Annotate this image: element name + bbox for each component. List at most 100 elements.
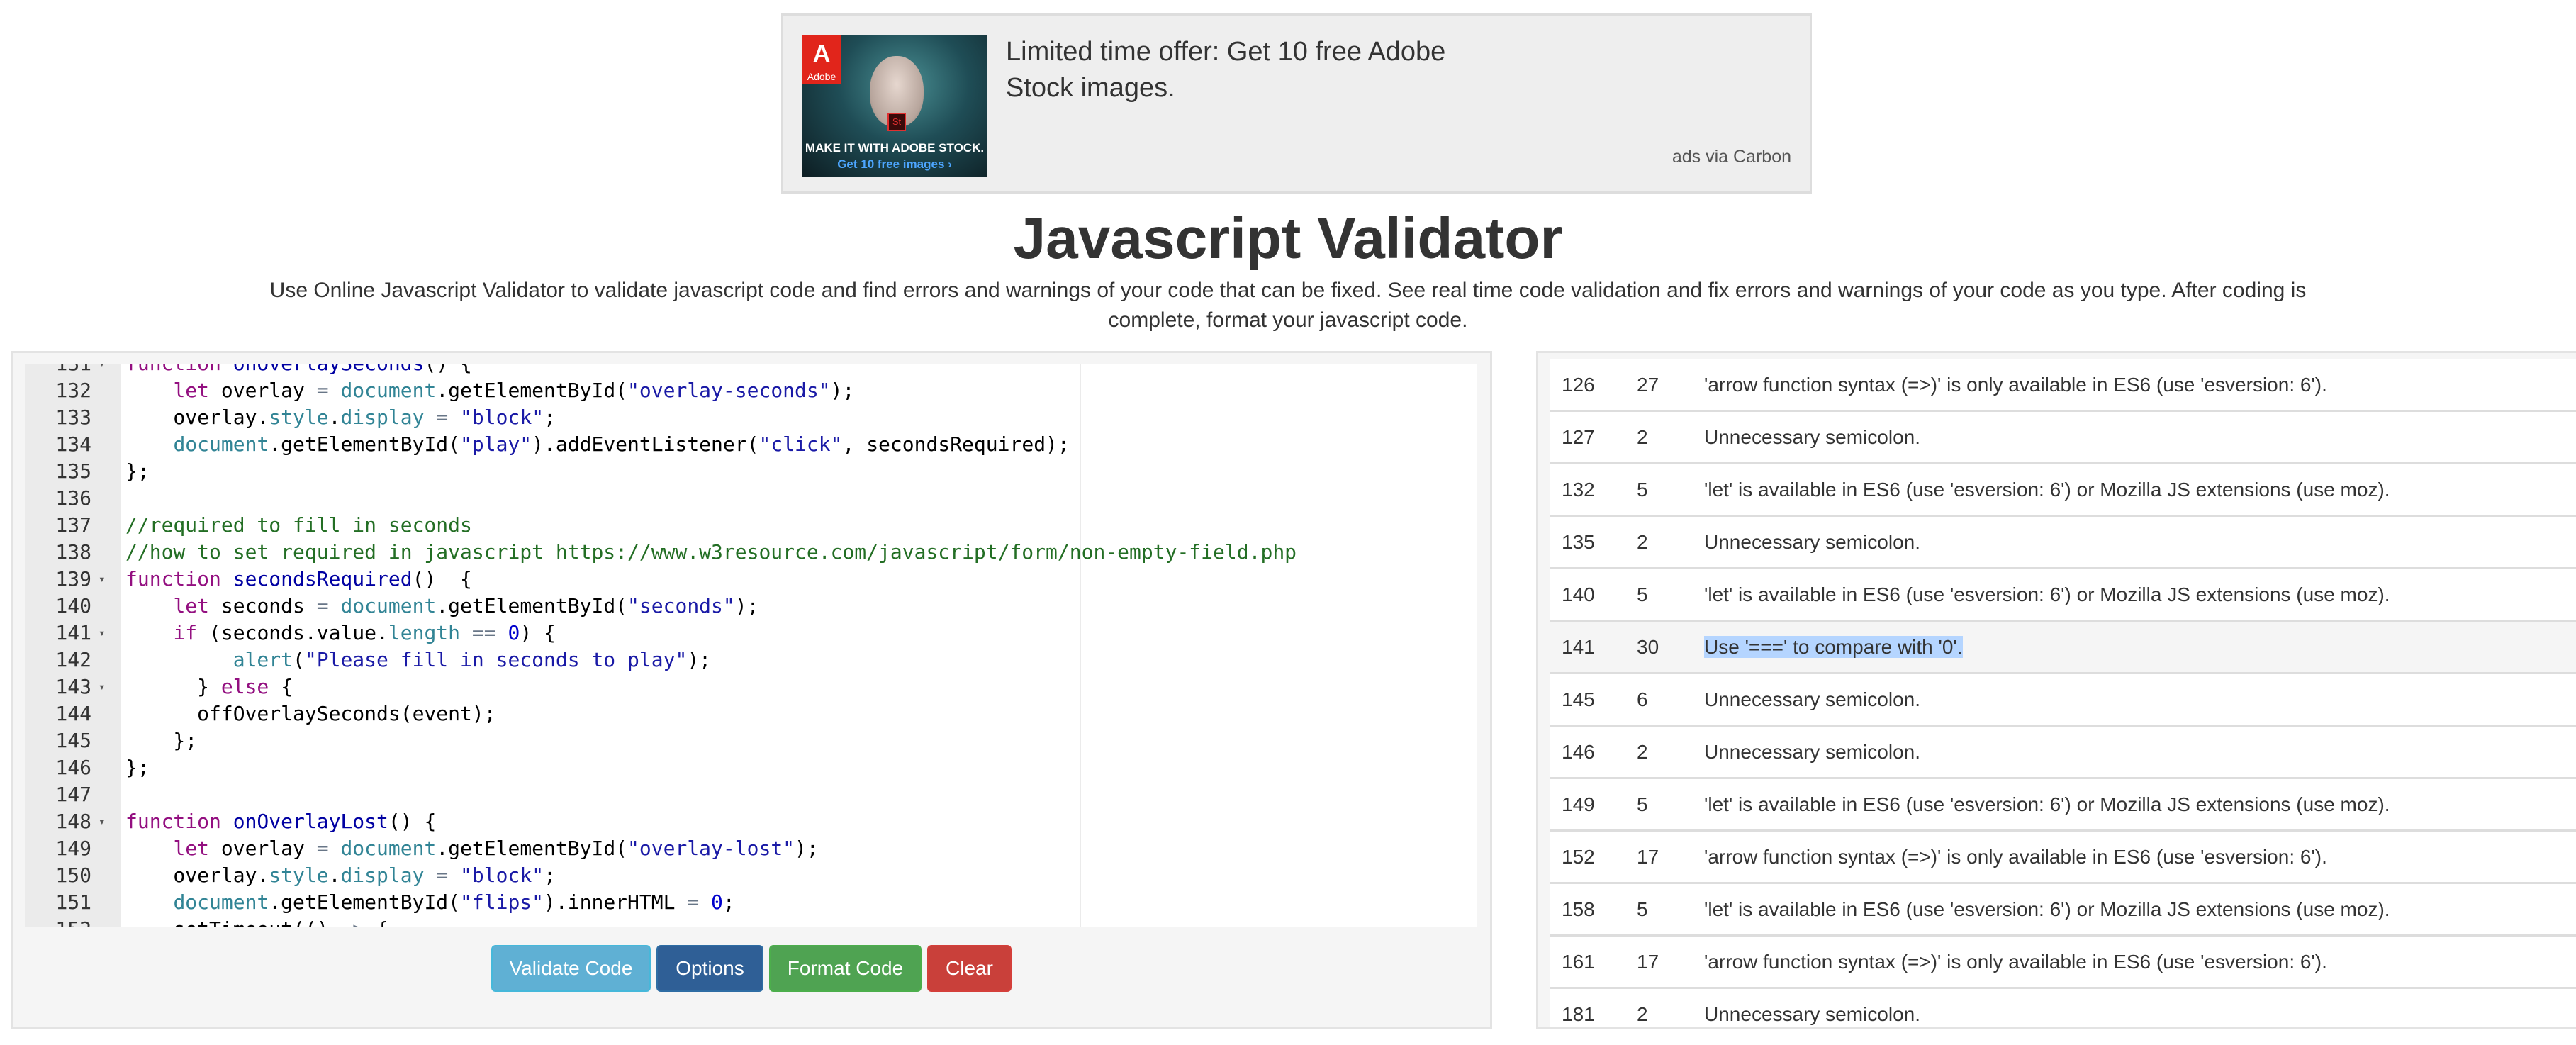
fold-toggle-icon[interactable]: ▾ — [99, 916, 113, 927]
result-message: Unnecessary semicolon. — [1704, 688, 1921, 710]
code-editor[interactable]: 131 ▾ function onOverlaySeconds() {132 let… — [25, 364, 1477, 927]
result-message: 'arrow function syntax (=>)' is only ava… — [1704, 846, 2327, 868]
result-message: 'arrow function syntax (=>)' is only ava… — [1704, 951, 2327, 973]
line-number: 131 — [25, 364, 91, 377]
result-row[interactable]: 152 17 'arrow function syntax (=>)' is onl… — [1550, 829, 2576, 882]
code-line[interactable]: 147 — [25, 781, 1477, 808]
result-line-number: 141 — [1562, 636, 1595, 658]
ads-via-carbon-link[interactable]: ads via Carbon — [1672, 147, 1791, 167]
adobe-stock-badge: St — [887, 113, 906, 131]
code-line[interactable]: 151 document.getElementById("flips").inn… — [25, 889, 1477, 916]
fold-toggle-icon[interactable]: ▾ — [99, 674, 113, 700]
fold-toggle-icon[interactable]: ▾ — [99, 620, 113, 647]
code-line[interactable]: 145 }; — [25, 727, 1477, 754]
carbon-ad[interactable]: A Adobe St MAKE IT WITH ADOBE STOCK. Get … — [781, 13, 1812, 194]
code-line[interactable]: 131 ▾ function onOverlaySeconds() { — [25, 364, 1477, 377]
fold-toggle-icon[interactable]: ▾ — [99, 364, 113, 377]
result-row[interactable]: 146 2 Unnecessary semicolon. — [1550, 725, 2576, 777]
line-number: 143 — [55, 675, 91, 698]
result-line-number: 127 — [1562, 426, 1595, 448]
page-title: Javascript Validator — [1013, 206, 1563, 271]
result-column-number: 5 — [1637, 793, 1648, 815]
result-column-number: 2 — [1637, 426, 1648, 448]
fold-toggle-icon[interactable]: ▾ — [99, 808, 113, 835]
code-line[interactable]: 142 alert("Please fill in seconds to pla… — [25, 647, 1477, 674]
fold-toggle-icon[interactable]: ▾ — [99, 566, 113, 593]
result-row[interactable]: 127 2 Unnecessary semicolon. — [1550, 410, 2576, 462]
ad-image[interactable]: A Adobe St MAKE IT WITH ADOBE STOCK. Get … — [802, 35, 987, 177]
code-line[interactable]: 148 ▾ function onOverlayLost() { — [25, 808, 1477, 835]
code-text: overlay.style.display = "block"; — [125, 864, 556, 887]
line-number: 148 — [55, 810, 91, 833]
result-line-number: 146 — [1562, 741, 1595, 763]
code-text: function secondsRequired() { — [125, 567, 472, 591]
code-line[interactable]: 136 — [25, 485, 1477, 512]
result-row[interactable]: 145 6 Unnecessary semicolon. — [1550, 672, 2576, 725]
code-line[interactable]: 143 ▾ } else { — [25, 674, 1477, 700]
code-text: if (seconds.value.length == 0) { — [173, 621, 556, 644]
result-message: 'let' is available in ES6 (use 'esversio… — [1704, 898, 2390, 920]
line-number: 150 — [55, 864, 91, 887]
result-column-number: 2 — [1637, 1003, 1648, 1025]
line-number: 133 — [55, 406, 91, 429]
result-row[interactable]: 181 2 Unnecessary semicolon. — [1550, 987, 2576, 1027]
line-number: 151 — [55, 890, 91, 914]
code-text: overlay.style.display = "block"; — [125, 406, 556, 429]
clear-button[interactable]: Clear — [927, 945, 1012, 992]
line-number: 136 — [55, 486, 91, 510]
code-line[interactable]: 135}; — [25, 458, 1477, 485]
result-row[interactable]: 158 5 'let' is available in ES6 (use 'esve… — [1550, 882, 2576, 934]
result-row[interactable]: 149 5 'let' is available in ES6 (use 'esve… — [1550, 777, 2576, 829]
code-text: let seconds = document.getElementById("s… — [173, 594, 759, 618]
result-message: 'let' is available in ES6 (use 'esversio… — [1704, 479, 2390, 501]
result-column-number: 27 — [1637, 374, 1659, 396]
result-row[interactable]: 141 30 Use '===' to compare with '0'. — [1550, 620, 2576, 672]
result-row[interactable]: 135 2 Unnecessary semicolon. — [1550, 515, 2576, 567]
code-text: alert("Please fill in seconds to play"); — [233, 648, 712, 671]
editor-panel: 131 ▾ function onOverlaySeconds() {132 let… — [11, 351, 1492, 1029]
line-number: 152 — [25, 916, 91, 927]
code-text: let overlay = document.getElementById("o… — [173, 837, 819, 860]
line-number: 138 — [55, 540, 91, 564]
options-button[interactable]: Options — [656, 945, 763, 992]
result-column-number: 30 — [1637, 636, 1659, 658]
code-line[interactable]: 146}; — [25, 754, 1477, 781]
code-text: setTimeout(() => { — [125, 916, 388, 927]
line-number: 140 — [55, 594, 91, 618]
validate-code-button[interactable]: Validate Code — [491, 945, 651, 992]
result-column-number: 5 — [1637, 898, 1648, 920]
code-text: //required to fill in seconds — [125, 513, 472, 537]
code-line[interactable]: 144 offOverlaySeconds(event); — [25, 700, 1477, 727]
code-line[interactable]: 138 //how to set required in javascript h… — [25, 539, 1477, 566]
code-text: let overlay = document.getElementById("o… — [173, 379, 855, 402]
result-message: Use '===' to compare with '0'. — [1704, 622, 1963, 672]
result-column-number: 2 — [1637, 741, 1648, 763]
result-row[interactable]: 126 27 'arrow function syntax (=>)' is onl… — [1550, 359, 2576, 410]
code-line[interactable]: 140 let seconds = document.getElementByI… — [25, 593, 1477, 620]
code-text: }; — [125, 756, 150, 779]
code-line[interactable]: 141 ▾ if (seconds.value.length == 0) { — [25, 620, 1477, 647]
result-line-number: 158 — [1562, 898, 1595, 920]
code-line[interactable]: 150 overlay.style.display = "block"; — [25, 862, 1477, 889]
result-line-number: 132 — [1562, 479, 1595, 501]
line-number: 146 — [55, 756, 91, 779]
code-line[interactable]: 149 let overlay = document.getElementByI… — [25, 835, 1477, 862]
result-row[interactable]: 132 5 'let' is available in ES6 (use 'esve… — [1550, 462, 2576, 515]
code-line[interactable]: 132 let overlay = document.getElementByI… — [25, 377, 1477, 404]
result-row[interactable]: 140 5 'let' is available in ES6 (use 'esve… — [1550, 567, 2576, 620]
code-text: function onOverlaySeconds() { — [125, 364, 472, 377]
code-line[interactable]: 133 overlay.style.display = "block"; — [25, 404, 1477, 431]
result-message: Unnecessary semicolon. — [1704, 426, 1921, 448]
result-message: 'let' is available in ES6 (use 'esversio… — [1704, 793, 2390, 815]
code-line[interactable]: 152 ▾ setTimeout(() => { — [25, 916, 1477, 927]
code-line[interactable]: 134 document.getElementById("play").addE… — [25, 431, 1477, 458]
result-line-number: 161 — [1562, 951, 1595, 973]
ad-headline-link[interactable]: Limited time offer: Get 10 free Adobe St… — [1006, 34, 1516, 106]
format-code-button[interactable]: Format Code — [769, 945, 922, 992]
line-number: 144 — [55, 702, 91, 725]
validation-results-table[interactable]: 126 27 'arrow function syntax (=>)' is onl… — [1550, 359, 2576, 1027]
code-line[interactable]: 137 //required to fill in seconds — [25, 512, 1477, 539]
line-number: 149 — [55, 837, 91, 860]
result-row[interactable]: 161 17 'arrow function syntax (=>)' is onl… — [1550, 934, 2576, 987]
code-line[interactable]: 139 ▾ function secondsRequired() { — [25, 566, 1477, 593]
